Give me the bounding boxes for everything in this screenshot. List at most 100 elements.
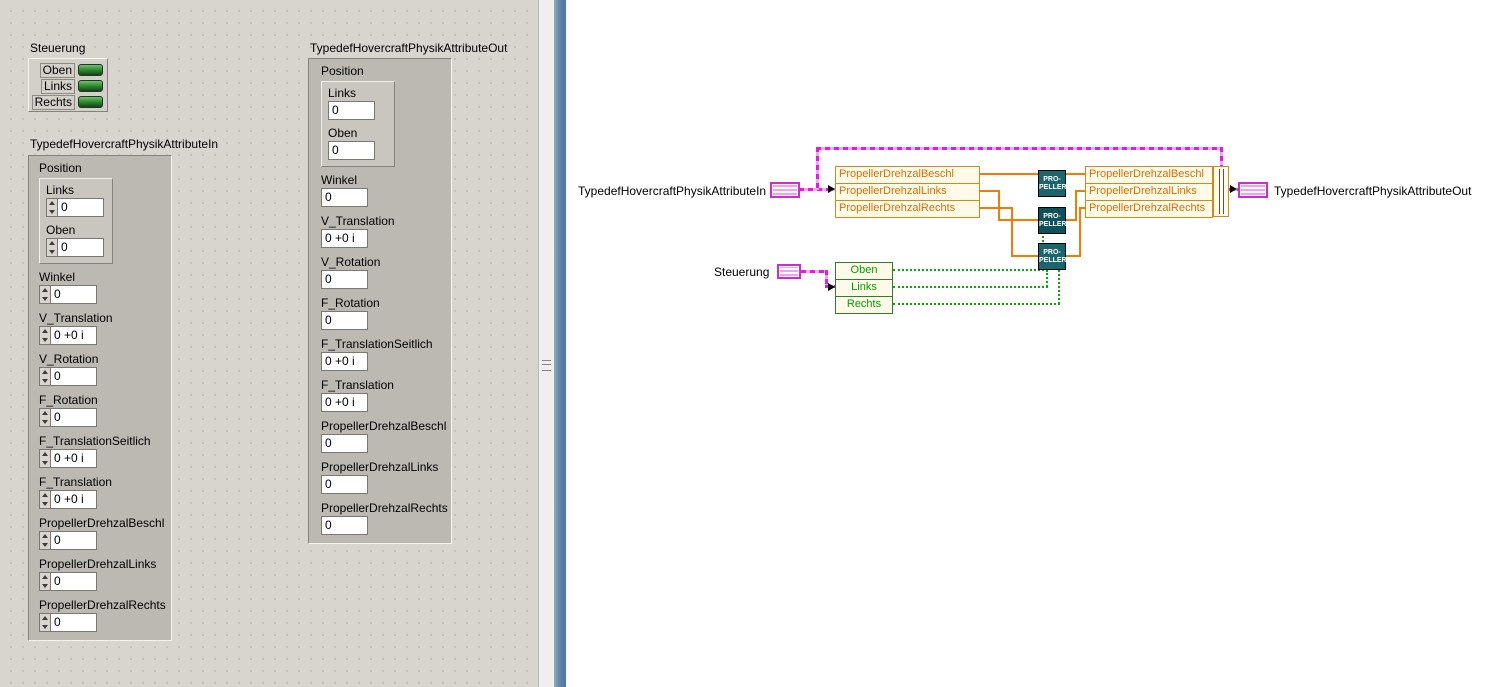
bundle-by-name-node[interactable]: PropellerDrehzalBeschl PropellerDrehzalL… <box>1085 166 1213 218</box>
numeric-input[interactable]: 0 <box>50 408 97 427</box>
field-label: V_Rotation <box>39 352 99 366</box>
spinner[interactable] <box>39 326 50 345</box>
bundle-row[interactable]: PropellerDrehzalRechts <box>1086 200 1212 217</box>
spinner[interactable] <box>39 449 50 468</box>
decrement-icon[interactable] <box>40 418 50 427</box>
decrement-icon[interactable] <box>40 377 50 386</box>
unbundle-row[interactable]: PropellerDrehzalBeschl <box>836 167 979 183</box>
boolean-wire-segment <box>893 269 1044 271</box>
numeric-input[interactable]: 0 +0 i <box>50 449 97 468</box>
numeric-wire-segment <box>1011 207 1013 257</box>
numeric-wire-segment <box>980 190 1000 192</box>
led-links[interactable] <box>78 80 103 92</box>
propeller-subvi-icon[interactable]: PRO- PELLER <box>1038 207 1067 234</box>
increment-icon[interactable] <box>40 327 50 336</box>
field-label: Winkel <box>39 270 76 284</box>
subvi-text: PRO- <box>1043 249 1061 256</box>
unbundle-by-name-node[interactable]: PropellerDrehzalBeschl PropellerDrehzalL… <box>835 166 980 218</box>
cluster-in-terminal[interactable] <box>770 182 800 198</box>
numeric-control: 0 <box>39 613 171 632</box>
propeller-subvi-icon[interactable]: PRO- PELLER <box>1038 170 1067 197</box>
spinner[interactable] <box>39 408 50 427</box>
numeric-input[interactable]: 0 <box>50 613 97 632</box>
bundle-output-column[interactable] <box>1213 166 1229 217</box>
wire-arrow-icon <box>828 283 835 291</box>
unbundle-row[interactable]: PropellerDrehzalLinks <box>836 183 979 200</box>
decrement-icon[interactable] <box>40 500 50 509</box>
spinner[interactable] <box>46 238 57 257</box>
numeric-input[interactable]: 0 <box>57 238 104 257</box>
decrement-icon[interactable] <box>40 582 50 591</box>
numeric-input[interactable]: 0 <box>57 198 104 217</box>
decrement-icon[interactable] <box>40 336 50 345</box>
window-frame-edge <box>554 0 566 687</box>
subvi-text: PRO- <box>1043 176 1061 183</box>
increment-icon[interactable] <box>47 239 57 248</box>
decrement-icon[interactable] <box>40 295 50 304</box>
unbundle-row[interactable]: Links <box>836 279 892 296</box>
numeric-indicator: 0 <box>321 311 451 330</box>
unbundle-row[interactable]: Oben <box>836 263 892 279</box>
spinner[interactable] <box>39 490 50 509</box>
numeric-control: 0 <box>39 572 171 591</box>
position-label: Position <box>39 161 82 175</box>
numeric-input[interactable]: 0 <box>50 285 97 304</box>
increment-icon[interactable] <box>40 532 50 541</box>
decrement-icon[interactable] <box>47 248 57 257</box>
cluster-in-label: TypedefHovercraftPhysikAttributeIn <box>30 137 219 151</box>
boolean-wire-segment <box>893 286 1048 288</box>
splitter-grip-icon[interactable] <box>542 360 551 371</box>
decrement-icon[interactable] <box>40 623 50 632</box>
decrement-icon[interactable] <box>40 459 50 468</box>
boolean-row: Links <box>29 78 107 94</box>
increment-icon[interactable] <box>40 286 50 295</box>
increment-icon[interactable] <box>47 199 57 208</box>
numeric-input[interactable]: 0 <box>50 572 97 591</box>
steuerung-unbundle-node[interactable]: Oben Links Rechts <box>835 262 893 314</box>
boolean-wire-segment <box>893 303 1060 305</box>
numeric-input[interactable]: 0 <box>50 367 97 386</box>
cluster-out-terminal[interactable] <box>1238 182 1268 198</box>
steuerung-terminal[interactable] <box>777 264 801 279</box>
numeric-indicator: 0 <box>328 101 388 120</box>
numeric-indicator: 0 +0 i <box>321 352 451 371</box>
cluster-wire-segment <box>801 270 827 273</box>
decrement-icon[interactable] <box>40 541 50 550</box>
numeric-wire-segment <box>980 173 1038 175</box>
increment-icon[interactable] <box>40 491 50 500</box>
numeric-wire-segment <box>998 219 1038 221</box>
spinner[interactable] <box>39 367 50 386</box>
spinner[interactable] <box>39 613 50 632</box>
increment-icon[interactable] <box>40 368 50 377</box>
numeric-value: 0 <box>328 101 375 120</box>
bundle-row[interactable]: PropellerDrehzalLinks <box>1086 183 1212 200</box>
spinner[interactable] <box>39 531 50 550</box>
position-label: Position <box>321 64 364 78</box>
unbundle-row[interactable]: PropellerDrehzalRechts <box>836 200 979 217</box>
increment-icon[interactable] <box>40 409 50 418</box>
increment-icon[interactable] <box>40 573 50 582</box>
numeric-indicator: 0 <box>328 141 388 160</box>
numeric-wire-segment <box>1066 173 1085 175</box>
increment-icon[interactable] <box>40 450 50 459</box>
bundle-row[interactable]: PropellerDrehzalBeschl <box>1086 167 1212 183</box>
numeric-wire-segment <box>1075 190 1077 221</box>
numeric-input[interactable]: 0 <box>50 531 97 550</box>
numeric-input[interactable]: 0 +0 i <box>50 326 97 345</box>
propeller-subvi-icon[interactable]: PRO- PELLER <box>1038 243 1067 270</box>
led-rechts[interactable] <box>78 96 103 108</box>
position-cluster: Links 0 Oben 0 <box>321 81 395 167</box>
decrement-icon[interactable] <box>47 208 57 217</box>
numeric-input[interactable]: 0 +0 i <box>50 490 97 509</box>
spinner[interactable] <box>39 572 50 591</box>
numeric-indicator: 0 <box>321 434 451 453</box>
front-panel-scrollbar[interactable] <box>538 0 554 687</box>
field-label: F_TranslationSeitlich <box>39 434 151 448</box>
spinner[interactable] <box>39 285 50 304</box>
spinner[interactable] <box>46 198 57 217</box>
numeric-value: 0 <box>321 475 368 494</box>
led-oben[interactable] <box>78 64 103 76</box>
increment-icon[interactable] <box>40 614 50 623</box>
numeric-indicator: 0 <box>321 516 451 535</box>
unbundle-row[interactable]: Rechts <box>836 296 892 313</box>
